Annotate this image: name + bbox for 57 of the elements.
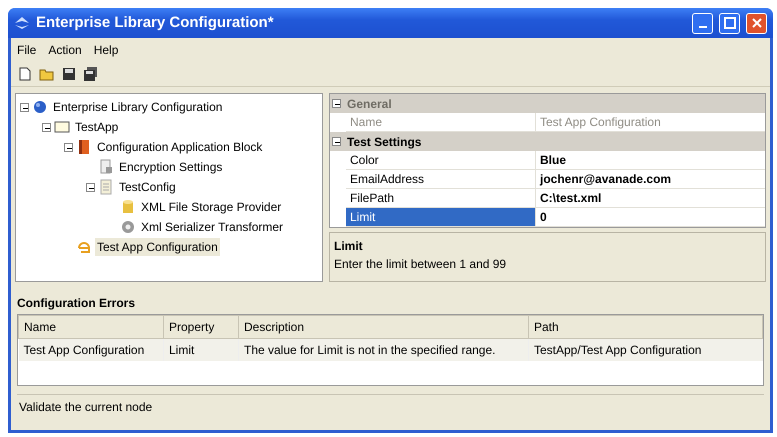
errors-title: Configuration Errors xyxy=(16,295,136,312)
new-file-icon[interactable] xyxy=(17,66,33,82)
property-name[interactable]: FilePath xyxy=(346,189,536,207)
status-bar: Validate the current node xyxy=(17,394,764,419)
app-logo-icon xyxy=(14,16,30,30)
column-header[interactable]: Description xyxy=(238,316,528,338)
cylinder-icon xyxy=(120,199,136,215)
expander-icon[interactable] xyxy=(64,142,73,152)
expander-icon[interactable] xyxy=(20,102,29,112)
globe-icon xyxy=(32,99,48,115)
menu-item[interactable]: File xyxy=(17,41,36,59)
tree-item[interactable]: Xml Serializer Transformer xyxy=(139,218,286,236)
tree-item[interactable]: Encryption Settings xyxy=(117,158,224,176)
table-cell: The value for Limit is not in the specified range. xyxy=(238,338,528,361)
property-value[interactable]: C:\test.xml xyxy=(536,189,765,207)
save-icon[interactable] xyxy=(61,66,77,82)
property-value[interactable]: Blue xyxy=(536,151,765,169)
column-header[interactable]: Property xyxy=(164,316,238,338)
table-cell: Limit xyxy=(164,338,238,361)
tree-item[interactable]: Enterprise Library Configuration xyxy=(51,98,224,116)
document-lock-icon xyxy=(98,159,114,175)
minimize-icon xyxy=(698,26,706,28)
minimize-button[interactable] xyxy=(692,12,713,34)
category-label: Test Settings xyxy=(347,134,422,150)
maximize-button[interactable] xyxy=(719,12,740,34)
hook-icon xyxy=(76,239,92,255)
description-title: Limit xyxy=(334,238,364,255)
property-value[interactable]: jochenr@avanade.com xyxy=(536,170,765,188)
menu-item[interactable]: Action xyxy=(48,41,82,59)
book-icon xyxy=(76,139,92,155)
table-cell: Test App Configuration xyxy=(18,338,164,361)
tree-item[interactable]: XML File Storage Provider xyxy=(139,198,284,216)
property-name[interactable]: Limit xyxy=(346,208,536,226)
close-icon xyxy=(750,17,762,29)
category-label: General xyxy=(347,96,392,112)
menu-item[interactable]: Help xyxy=(94,41,118,59)
expander-icon[interactable] xyxy=(332,137,341,146)
tree-item[interactable]: TestApp xyxy=(73,118,120,136)
window-title: Enterprise Library Configuration* xyxy=(36,12,274,33)
description-text: Enter the limit between 1 and 99 xyxy=(334,256,508,273)
save-all-icon[interactable] xyxy=(83,66,99,82)
expander-icon[interactable] xyxy=(42,122,51,132)
expander-icon[interactable] xyxy=(86,182,95,192)
close-button[interactable] xyxy=(746,12,767,34)
table-cell: TestApp/Test App Configuration xyxy=(528,338,762,361)
property-name[interactable]: EmailAddress xyxy=(346,170,536,188)
tree-item[interactable]: Configuration Application Block xyxy=(95,138,264,156)
tree-item[interactable]: TestConfig xyxy=(117,178,178,196)
column-header[interactable]: Name xyxy=(18,316,164,338)
property-name[interactable]: Color xyxy=(346,151,536,169)
window-icon xyxy=(54,119,70,135)
column-header[interactable]: Path xyxy=(528,316,762,338)
gear-icon xyxy=(120,219,136,235)
property-value[interactable]: 0 xyxy=(536,208,765,226)
tree-item[interactable]: Test App Configuration xyxy=(95,238,220,256)
document-icon xyxy=(98,179,114,195)
maximize-icon xyxy=(724,17,736,29)
